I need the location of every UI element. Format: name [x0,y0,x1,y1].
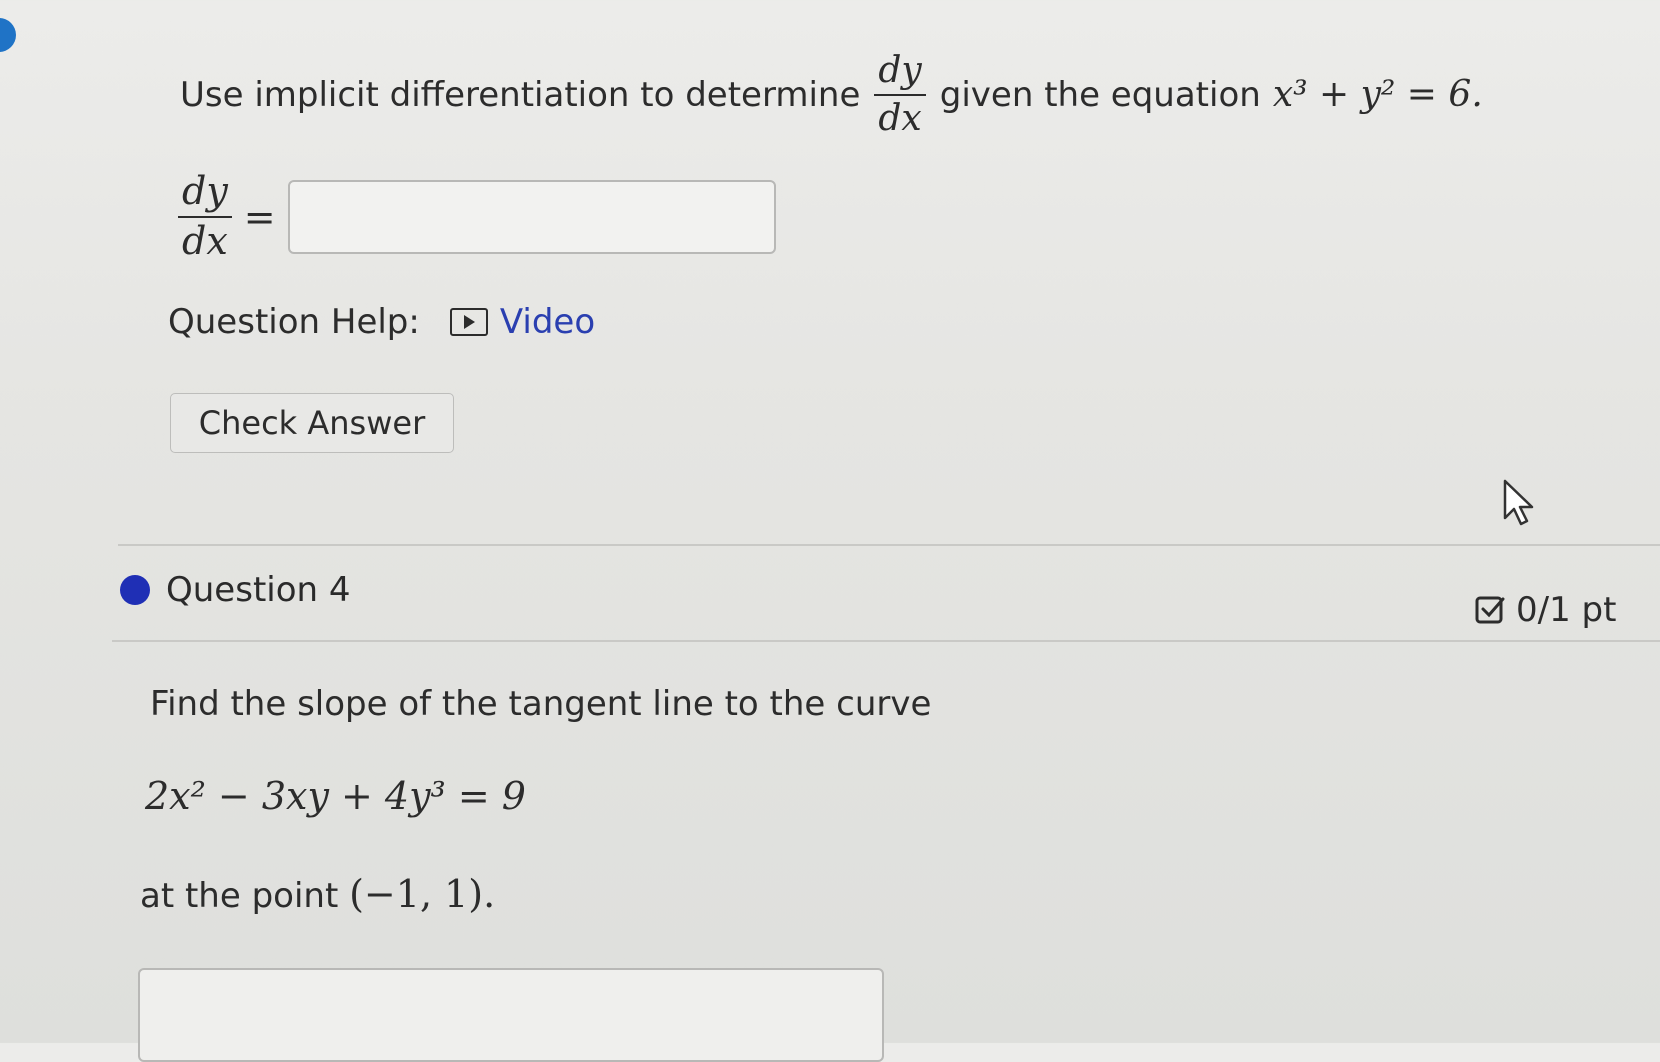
fraction-denominator: dx [878,97,922,139]
point-text: at the point [140,876,339,916]
question-help: Question Help: Video [168,302,595,342]
question-4-point-line: at the point (−1, 1). [140,872,495,916]
question-score: 0/1 pt [1474,590,1616,630]
point-value: (−1, 1). [349,872,496,916]
answer-label-denominator: dx [182,218,228,263]
question-4-answer-input[interactable] [138,968,884,1062]
video-link[interactable]: Video [500,302,595,342]
header-divider [112,640,1660,642]
question-4-text: Find the slope of the tangent line to th… [150,684,932,724]
fraction-numerator: dy [874,52,926,96]
answer-input[interactable] [287,179,776,254]
question-4-title: Question 4 [166,570,351,610]
question-4-equation: 2x² − 3xy + 4y³ = 9 [145,774,526,818]
left-edge-indicator [0,18,16,52]
question-status-dot [120,575,150,605]
prompt-middle-text: given the equation [939,74,1261,115]
answer-label-numerator: dy [178,171,232,218]
answer-row: dy dx = [178,171,776,263]
answer-label-fraction: dy dx [178,171,232,263]
question-3-prompt: Use implicit differentiation to determin… [180,52,1483,138]
question-help-label: Question Help: [168,302,420,342]
section-divider [118,544,1660,546]
checkbox-icon [1475,596,1505,624]
mouse-cursor-icon [1503,479,1534,526]
check-answer-button[interactable]: Check Answer [170,393,454,453]
question-4-header: Question 4 [120,570,351,610]
equals-sign: = [243,194,276,239]
dy-dx-fraction: dy dx [874,52,926,139]
score-text: 0/1 pt [1516,590,1617,630]
question-3-equation: x³ + y² = 6. [1272,74,1483,116]
video-icon[interactable] [449,308,488,336]
prompt-prefix-text: Use implicit differentiation to determin… [180,74,861,115]
